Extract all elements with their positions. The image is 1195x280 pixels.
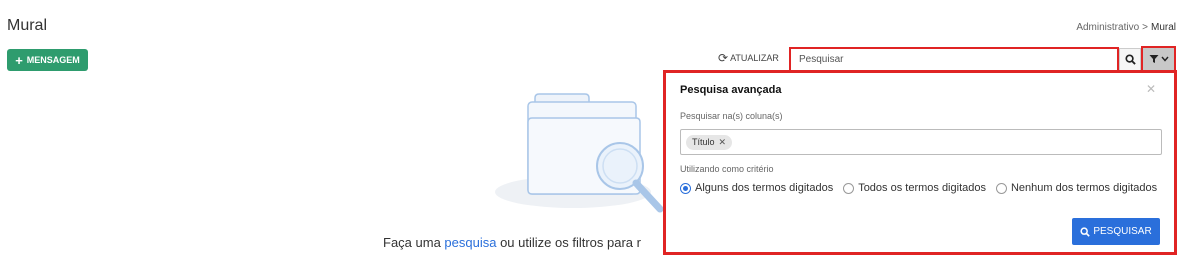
new-message-button[interactable]: + MENSAGEM — [7, 49, 88, 71]
filter-toggle-button[interactable] — [1143, 48, 1174, 70]
search-icon — [1124, 54, 1136, 65]
chevron-down-icon — [1160, 56, 1169, 62]
criteria-radio-group: Alguns dos termos digitados Todos os ter… — [680, 182, 1157, 194]
page-title: Mural — [7, 17, 48, 34]
empty-state-message: Faça uma pesquisa ou utilize os filtros … — [383, 235, 641, 250]
close-icon[interactable]: ✕ — [1146, 82, 1156, 96]
new-message-label: MENSAGEM — [26, 55, 80, 65]
criteria-label: Utilizando como critério — [680, 164, 774, 174]
radio-button[interactable] — [680, 182, 691, 194]
search-icon — [1080, 226, 1091, 237]
remove-tag-icon[interactable]: ✕ — [719, 137, 727, 148]
breadcrumb-item-administrativo[interactable]: Administrativo — [1076, 22, 1139, 33]
radio-button[interactable] — [843, 182, 855, 194]
filter-icon — [1149, 55, 1158, 63]
search-input[interactable] — [791, 49, 1117, 70]
filter-toggle-wrapper — [1141, 46, 1176, 72]
criteria-option-none[interactable]: Nenhum dos termos digitados — [995, 182, 1158, 194]
breadcrumb-separator: > — [1142, 22, 1148, 33]
criteria-option-some[interactable]: Alguns dos termos digitados — [680, 182, 833, 194]
criteria-option-label: Nenhum dos termos digitados — [1010, 182, 1158, 194]
search-field-wrapper — [789, 47, 1119, 72]
columns-label: Pesquisar na(s) coluna(s) — [680, 111, 783, 121]
empty-state-text-after: ou utilize os filtros para r — [496, 235, 641, 250]
plus-icon: + — [15, 52, 23, 68]
breadcrumb: Administrativo > Mural — [1076, 22, 1176, 33]
refresh-button[interactable]: ⟳ ATUALIZAR — [718, 52, 779, 64]
column-tag: Título ✕ — [686, 134, 733, 150]
criteria-option-label: Alguns dos termos digitados — [695, 182, 834, 194]
empty-state-text-before: Faça uma — [383, 235, 445, 250]
refresh-label: ATUALIZAR — [730, 53, 779, 63]
column-tag-label: Título — [692, 137, 715, 147]
empty-state-search-link[interactable]: pesquisa — [444, 235, 496, 250]
refresh-icon: ⟳ — [718, 51, 729, 65]
criteria-option-all[interactable]: Todos os termos digitados — [843, 182, 986, 194]
empty-folder-illustration — [495, 93, 664, 213]
criteria-option-label: Todos os termos digitados — [858, 182, 986, 194]
advanced-search-panel: Pesquisa avançada ✕ Pesquisar na(s) colu… — [663, 70, 1177, 255]
submit-search-button[interactable]: PESQUISAR — [1072, 218, 1160, 245]
radio-button[interactable] — [995, 182, 1007, 194]
submit-search-label: PESQUISAR — [1093, 226, 1152, 237]
search-button[interactable] — [1119, 48, 1141, 71]
advanced-search-title: Pesquisa avançada — [680, 84, 782, 96]
breadcrumb-item-mural: Mural — [1150, 22, 1176, 33]
columns-select[interactable]: Título ✕ — [680, 129, 1162, 155]
